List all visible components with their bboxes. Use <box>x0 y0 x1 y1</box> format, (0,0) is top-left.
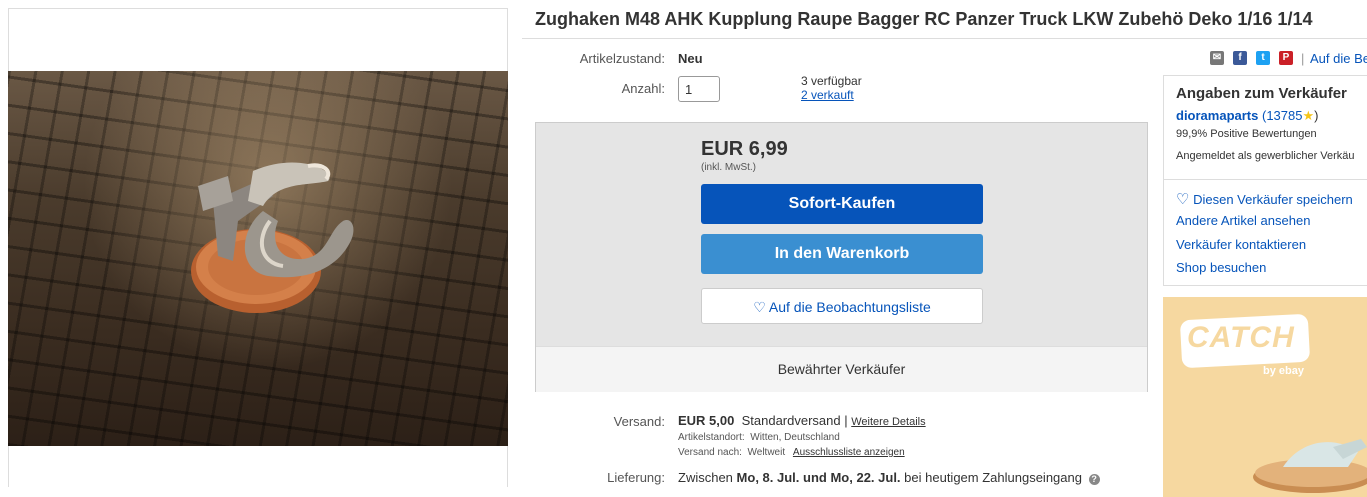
ad-byline: by ebay <box>1263 365 1304 377</box>
twitter-share-icon[interactable]: t <box>1256 51 1270 65</box>
seller-name-link[interactable]: dioramaparts <box>1176 108 1258 123</box>
ships-to-label: Versand nach: <box>678 447 742 458</box>
buy-now-button[interactable]: Sofort-Kaufen <box>701 184 983 224</box>
facebook-share-icon[interactable]: f <box>1233 51 1247 65</box>
heart-outline-icon: ♡ <box>1176 191 1190 208</box>
exclusion-list-link[interactable]: Ausschlussliste anzeigen <box>793 447 905 458</box>
ships-to-value: Weltweit <box>747 447 786 458</box>
item-location-value: Witten, Deutschland <box>750 432 840 443</box>
quantity-label: Anzahl: <box>621 81 665 96</box>
watchlist-button-label: Auf die Beobachtungsliste <box>768 299 931 315</box>
condition-value: Neu <box>678 51 703 66</box>
seller-heading: Angaben zum Verkäufer <box>1176 85 1347 102</box>
seller-positive-feedback: 99,9% Positive Bewertungen <box>1176 128 1317 140</box>
heart-icon: ♡ <box>753 299 766 315</box>
share-separator: | <box>1301 51 1305 66</box>
shipping-details-link[interactable]: Weitere Details <box>851 416 925 428</box>
pinterest-share-icon[interactable]: P <box>1279 51 1293 65</box>
quantity-sold-link[interactable]: 2 verkauft <box>801 88 854 102</box>
shipping-line: EUR 5,00 Standardversand | Weitere Detai… <box>678 413 926 428</box>
product-image[interactable] <box>8 71 508 446</box>
trusted-seller-banner: Bewährter Verkäufer <box>536 346 1147 392</box>
save-seller-link[interactable]: ♡ Diesen Verkäufer speichern <box>1176 190 1353 208</box>
seller-info-box <box>1163 75 1367 286</box>
price-tax-note: (inkl. MwSt.) <box>701 162 756 173</box>
seller-name-line: dioramaparts (13785★) <box>1176 108 1318 124</box>
add-to-watchlist-button[interactable]: ♡ Auf die Beobachtungsliste <box>701 288 983 324</box>
item-location-label: Artikelstandort: <box>678 432 745 443</box>
visit-shop-link[interactable]: Shop besuchen <box>1176 260 1266 275</box>
quantity-available: 3 verfügbar <box>801 74 862 88</box>
ad-brand: CATCH <box>1187 321 1295 354</box>
email-share-icon[interactable]: ✉ <box>1210 51 1224 65</box>
quantity-input[interactable] <box>678 76 720 102</box>
title-divider <box>522 38 1367 39</box>
seller-feedback-score[interactable]: (13785 <box>1262 108 1302 123</box>
delivery-date-to: Mo, 22. Jul. <box>830 470 901 485</box>
advertisement[interactable]: CATCH by ebay <box>1163 297 1367 497</box>
help-icon[interactable]: ? <box>1088 474 1100 485</box>
delivery-prefix: Zwischen <box>678 470 733 485</box>
seller-registered: Angemeldet als gewerblicher Verkäu <box>1176 150 1355 162</box>
add-to-cart-button[interactable]: In den Warenkorb <box>701 234 983 274</box>
watchlist-link[interactable]: Auf die Be <box>1310 51 1367 66</box>
shipping-method: Standardversand | <box>741 413 848 428</box>
star-icon: ★ <box>1302 108 1315 123</box>
shipping-cost: EUR 5,00 <box>678 413 735 428</box>
product-image-graphic <box>191 162 354 313</box>
delivery-label: Lieferung: <box>607 470 665 485</box>
save-seller-label: Diesen Verkäufer speichern <box>1193 192 1353 207</box>
price-amount: EUR 6,99 <box>701 138 788 160</box>
item-location: Artikelstandort: Witten, Deutschland <box>678 432 840 443</box>
item-title: Zughaken M48 AHK Kupplung Raupe Bagger R… <box>535 9 1313 29</box>
condition-label: Artikelzustand: <box>579 51 665 66</box>
delivery-estimate: Zwischen Mo, 8. Jul. und Mo, 22. Jul. be… <box>678 470 1100 485</box>
delivery-date-from: Mo, 8. Jul. <box>736 470 800 485</box>
delivery-suffix: bei heutigem Zahlungseingang <box>904 470 1082 485</box>
contact-seller-link[interactable]: Verkäufer kontaktieren <box>1176 237 1306 252</box>
seller-score-close: ) <box>1314 108 1319 123</box>
seller-divider <box>1163 179 1367 180</box>
delivery-and: und <box>803 470 827 485</box>
ships-to: Versand nach: Weltweit Ausschlussliste a… <box>678 447 905 458</box>
other-items-link[interactable]: Andere Artikel ansehen <box>1176 213 1310 228</box>
shipping-label: Versand: <box>613 414 665 429</box>
